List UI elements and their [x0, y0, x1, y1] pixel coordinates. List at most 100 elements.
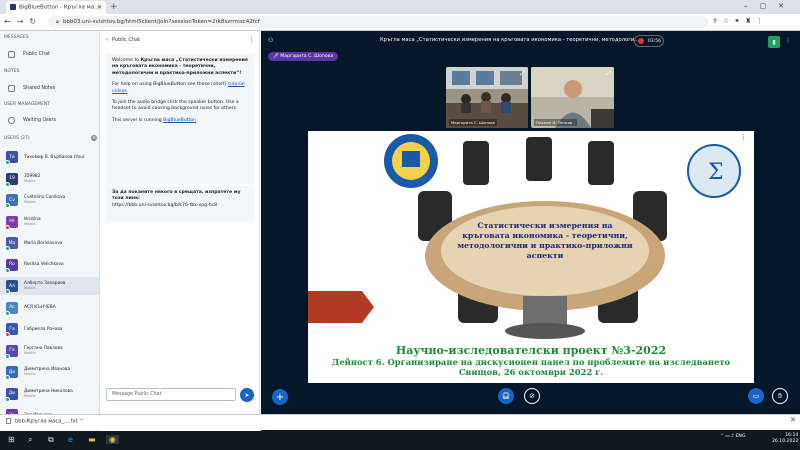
user-list-item[interactable]: Га Габриела Рачова [0, 320, 99, 338]
users-header: USERS (27) [4, 136, 30, 141]
avatar-initials: Ге [9, 348, 15, 353]
user-list-item[interactable]: Cv Cvetelina Canikova Mobile [0, 191, 99, 209]
public-chat-label: Public Chat [23, 52, 50, 57]
user-list-panel: MESSAGES Public Chat NOTES Shared Notes … [0, 31, 100, 431]
user-list-item[interactable]: Ro Rositsa Velichkova [0, 256, 99, 274]
user-list-item[interactable]: Hr Hristina Mobile [0, 213, 99, 231]
audio-text: To join the audio bridge click the speak… [112, 100, 239, 112]
explorer-icon[interactable]: ▬ [88, 435, 96, 444]
user-list-item[interactable]: Ди Димитрина Николова Mobile [0, 385, 99, 403]
slide-options-icon[interactable]: ⋮ [740, 133, 747, 141]
user-name-block: Алберто Захариев Mobile [24, 281, 65, 291]
webcam-label: Маргарита С. Шопова [449, 119, 497, 126]
send-button[interactable]: ➤ [240, 388, 254, 402]
search-icon[interactable]: ⌕ [28, 435, 32, 445]
user-name: 359982 [24, 173, 41, 179]
mic-status-icon [5, 289, 10, 294]
raise-hand-button[interactable]: ✋︎ [772, 388, 788, 404]
user-avatar: Ma [5, 237, 18, 251]
invite-link[interactable]: https://bbb.uni-svishtov.bg/b/k76-tbx-vp… [112, 203, 248, 209]
clock[interactable]: 16:14 26.10.2022 [772, 433, 798, 445]
meeting-title: Кръгла маса „Статистически измерения на … [380, 37, 640, 43]
edge-icon[interactable]: e [68, 435, 73, 444]
user-name: Димитрина Николова [24, 388, 73, 394]
avatar-initials: Тв [9, 154, 15, 160]
user-name-block: АСЯ КЪНЧЕВА [24, 305, 56, 310]
lock-icon: 🔒︎ [56, 19, 59, 25]
browser-tab[interactable]: BigBlueButton - Кръгла ма... ✕ [6, 1, 106, 14]
close-tab-icon[interactable]: ✕ [97, 4, 102, 11]
user-list-item[interactable]: 19 359982 Mobile [0, 170, 99, 188]
avatar-initials: Га [9, 326, 15, 332]
recording-indicator[interactable]: 03:56 [634, 35, 664, 47]
webcam-tile[interactable]: Маргарита С. Шопова ⤢ [446, 67, 528, 128]
user-avatar: Ди [5, 366, 18, 380]
downloads-bar [0, 414, 800, 430]
mic-status-icon [5, 181, 10, 187]
audio-headset-button[interactable]: 🎧︎ [498, 388, 514, 404]
user-avatar: Hr [5, 215, 18, 230]
user-list-item[interactable]: Ас АСЯ КЪНЧЕВА [0, 299, 99, 317]
user-management-header: USER MANAGEMENT [4, 102, 51, 107]
windows-start-icon[interactable]: ⊞ [8, 435, 15, 444]
chrome-icon[interactable]: ◉ [106, 435, 119, 444]
system-tray[interactable]: ⌃ ▭ ♪ ENG [720, 434, 745, 439]
task-view-icon[interactable]: ⧉ [48, 435, 54, 445]
chevron-left-icon[interactable]: ‹ [106, 37, 108, 43]
sidebar-item-waiting-users[interactable]: Waiting Users [8, 117, 56, 124]
user-name-block: 359982 Mobile [24, 174, 40, 184]
user-list-toggle-icon[interactable]: ⚇ [268, 37, 273, 44]
connection-status-icon[interactable]: ▮ [768, 36, 780, 48]
expand-icon[interactable]: ⤢ [606, 70, 611, 78]
presentation-slide: Σ Статистически измерения на кръговата и… [308, 131, 754, 383]
url-field[interactable]: 🔒︎ bbb03.uni-svishtov.bg/html5client/join… [48, 16, 708, 28]
url-text: bbb03.uni-svishtov.bg/html5client/join?s… [62, 19, 260, 25]
new-tab-button[interactable]: + [110, 2, 118, 12]
file-icon [6, 418, 11, 424]
user-list-item[interactable]: Ди Димитрина Иванова Mobile [0, 363, 99, 381]
mic-status-icon [5, 332, 10, 337]
download-item[interactable]: bbb-Кръгла маса_....txt ⌃ [6, 418, 84, 425]
language-indicator: ENG [735, 434, 746, 439]
mic-status-icon [5, 224, 10, 230]
mic-status-icon [5, 203, 10, 208]
bbb-link[interactable]: BigBlueButton [163, 118, 196, 123]
avatar-initials: Ro [9, 262, 15, 267]
webcam-tile[interactable]: Пламен И. Петков - ⤢ [531, 67, 614, 128]
actions-plus-button[interactable]: + [272, 389, 288, 405]
mic-status-icon [5, 160, 10, 165]
chat-options-icon[interactable]: ⋮ [248, 36, 255, 44]
options-menu-icon[interactable]: ⋮ [785, 37, 791, 44]
user-list-item[interactable]: Тв Тихомир В. Върбанов (You) [0, 148, 99, 166]
invite-text: За да поканите някого в срещата, изпрате… [112, 190, 241, 202]
user-device: Mobile [24, 393, 36, 398]
avatar-initials: 19 [9, 176, 15, 181]
chat-header[interactable]: ‹ Public Chat [106, 37, 140, 43]
settings-gear-icon[interactable]: ⚙ [91, 135, 97, 141]
avatar-initials: Cv [9, 197, 15, 203]
close-downloads-icon[interactable]: ✕ [790, 416, 796, 424]
sidebar-item-public-chat[interactable]: Public Chat [8, 51, 50, 58]
mic-status-icon [5, 396, 10, 402]
window-controls[interactable]: –▢✕ [744, 2, 796, 10]
expand-icon[interactable]: ⤢ [520, 70, 525, 78]
chat-icon [8, 51, 15, 58]
nav-buttons[interactable]: ←→↻ [4, 17, 42, 26]
user-avatar: Ro [5, 258, 18, 273]
screen-share-button[interactable]: ▭ [748, 388, 764, 404]
camera-off-button[interactable]: ⊘ [524, 388, 540, 404]
user-list-item[interactable]: Ma Maria Borislavova [0, 234, 99, 252]
mic-status-icon [5, 375, 10, 380]
user-list-item[interactable]: Ге Гергана Павлова Mobile [0, 342, 99, 360]
message-input[interactable]: Message Public Chat [106, 388, 236, 401]
mic-status-icon [5, 246, 10, 251]
shared-notes-label: Shared Notes [23, 86, 56, 91]
user-device: Mobile [24, 221, 36, 226]
tab-title: BigBlueButton - Кръгла ма... [19, 4, 100, 11]
extension-icons[interactable]: ⇪☆✦♜⋮ [712, 17, 768, 25]
user-name-block: Гергана Павлова Mobile [24, 346, 63, 356]
user-avatar: Cv [5, 194, 18, 208]
user-list-item[interactable]: Ал Алберто Захариев Mobile [0, 277, 99, 295]
sidebar-item-shared-notes[interactable]: Shared Notes [8, 85, 55, 92]
user-avatar: Ди [5, 387, 18, 402]
